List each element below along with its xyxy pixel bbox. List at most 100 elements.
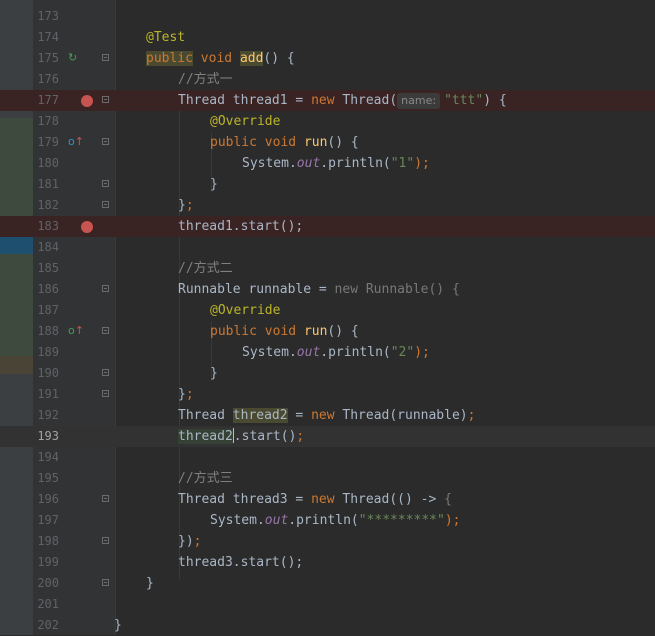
code-text: public void add() { bbox=[146, 51, 295, 66]
fold-marker-icon[interactable] bbox=[102, 537, 109, 544]
code-line-breakpoint[interactable]: 177 Thread thread1 = new Thread(name: "tt… bbox=[0, 90, 655, 111]
code-text: @Override bbox=[210, 303, 281, 318]
code-line[interactable]: 176 //方式一 bbox=[0, 69, 655, 90]
usage-highlight: thread2 bbox=[232, 408, 288, 423]
code-line[interactable]: 196 Thread thread3 = new Thread(() -> { bbox=[0, 489, 655, 510]
fold-marker-icon[interactable] bbox=[102, 579, 109, 586]
line-number: 190 bbox=[37, 366, 59, 380]
line-number: 186 bbox=[37, 282, 59, 296]
code-line[interactable]: 175 ↻ public void add() { bbox=[0, 48, 655, 69]
code-line-breakpoint[interactable]: 183 thread1.start(); bbox=[0, 216, 655, 237]
code-line[interactable]: 180 System.out.println("1"); bbox=[0, 153, 655, 174]
code-line[interactable]: 173 bbox=[0, 6, 655, 27]
code-line[interactable]: 184 bbox=[0, 237, 655, 258]
line-number: 195 bbox=[37, 471, 59, 485]
code-line-current[interactable]: 193 thread2.start(); bbox=[0, 426, 655, 447]
comment: //方式二 bbox=[178, 261, 233, 276]
code-text: //方式三 bbox=[178, 468, 233, 489]
code-text: System.out.println("1"); bbox=[242, 156, 430, 171]
code-line[interactable]: 178 @Override bbox=[0, 111, 655, 132]
line-number: 200 bbox=[37, 576, 59, 590]
override-method-icon[interactable]: o↑ bbox=[68, 135, 84, 149]
code-line[interactable]: 195 //方式三 bbox=[0, 468, 655, 489]
code-line[interactable]: 198 }); bbox=[0, 531, 655, 552]
code-text: }; bbox=[178, 387, 194, 402]
code-line[interactable]: 200 } bbox=[0, 573, 655, 594]
code-text: }); bbox=[178, 534, 202, 549]
code-line[interactable]: 194 bbox=[0, 447, 655, 468]
code-text: thread3.start(); bbox=[178, 555, 304, 570]
line-number: 189 bbox=[37, 345, 59, 359]
code-line[interactable]: 201 bbox=[0, 594, 655, 615]
fold-marker-icon[interactable] bbox=[102, 390, 109, 397]
code-line[interactable]: 189 System.out.println("2"); bbox=[0, 342, 655, 363]
code-line[interactable]: 191 }; bbox=[0, 384, 655, 405]
fold-marker-icon[interactable] bbox=[102, 138, 109, 145]
line-number: 179 bbox=[37, 135, 59, 149]
annotation-test: @Test bbox=[146, 30, 186, 45]
code-text: //方式二 bbox=[178, 258, 233, 279]
code-text: public void run() { bbox=[210, 324, 359, 339]
code-text: } bbox=[114, 618, 122, 633]
line-number: 178 bbox=[37, 114, 59, 128]
fold-marker-icon[interactable] bbox=[102, 285, 109, 292]
line-number: 175 bbox=[37, 51, 59, 65]
code-text: System.out.println("2"); bbox=[242, 345, 430, 360]
line-number: 193 bbox=[37, 429, 59, 443]
code-text: thread2.start(); bbox=[178, 428, 305, 444]
code-line[interactable]: 186 Runnable runnable = new Runnable() { bbox=[0, 279, 655, 300]
line-number: 181 bbox=[37, 177, 59, 191]
code-text: Thread thread3 = new Thread(() -> { bbox=[178, 492, 452, 507]
code-text: System.out.println("*********"); bbox=[210, 513, 461, 528]
code-text: }; bbox=[178, 198, 194, 213]
fold-marker-icon[interactable] bbox=[102, 96, 109, 103]
fold-marker-icon[interactable] bbox=[102, 54, 109, 61]
line-number: 202 bbox=[37, 618, 59, 632]
line-number: 176 bbox=[37, 72, 59, 86]
fold-marker-icon[interactable] bbox=[102, 327, 109, 334]
code-text: //方式一 bbox=[178, 69, 233, 90]
code-line[interactable]: 179 o↑ public void run() { bbox=[0, 132, 655, 153]
code-line[interactable]: 187 @Override bbox=[0, 300, 655, 321]
code-line[interactable]: 188 o↑ public void run() { bbox=[0, 321, 655, 342]
run-test-icon[interactable]: ↻ bbox=[68, 51, 77, 65]
line-number: 183 bbox=[37, 219, 59, 233]
comment: //方式一 bbox=[178, 72, 233, 87]
line-number: 184 bbox=[37, 240, 59, 254]
line-number: 194 bbox=[37, 450, 59, 464]
code-editor[interactable]: 173 174 @Test 175 ↻ public void add() { … bbox=[0, 0, 655, 635]
line-number: 182 bbox=[37, 198, 59, 212]
code-line[interactable]: 197 System.out.println("*********"); bbox=[0, 510, 655, 531]
code-text: public void run() { bbox=[210, 135, 359, 150]
fold-marker-icon[interactable] bbox=[102, 201, 109, 208]
code-text: Thread thread1 = new Thread(name: "ttt") … bbox=[178, 93, 507, 109]
code-line[interactable]: 174 @Test bbox=[0, 27, 655, 48]
implement-method-icon[interactable]: o↑ bbox=[68, 324, 84, 338]
code-line[interactable]: 202 } bbox=[0, 615, 655, 636]
code-line[interactable]: 199 thread3.start(); bbox=[0, 552, 655, 573]
fold-marker-icon[interactable] bbox=[102, 180, 109, 187]
breakpoint-icon[interactable] bbox=[81, 95, 93, 107]
line-number: 180 bbox=[37, 156, 59, 170]
line-number: 197 bbox=[37, 513, 59, 527]
line-number: 198 bbox=[37, 534, 59, 548]
code-text: } bbox=[210, 366, 218, 381]
line-number: 185 bbox=[37, 261, 59, 275]
code-text: } bbox=[210, 177, 218, 192]
fold-marker-icon[interactable] bbox=[102, 369, 109, 376]
method-name-add: add bbox=[239, 51, 264, 66]
code-line[interactable]: 181 } bbox=[0, 174, 655, 195]
line-number: 177 bbox=[37, 93, 59, 107]
comment: //方式三 bbox=[178, 471, 233, 486]
line-number: 191 bbox=[37, 387, 59, 401]
breakpoint-icon[interactable] bbox=[81, 221, 93, 233]
line-number: 196 bbox=[37, 492, 59, 506]
code-line[interactable]: 182 }; bbox=[0, 195, 655, 216]
code-line[interactable]: 190 } bbox=[0, 363, 655, 384]
code-text: Thread thread2 = new Thread(runnable); bbox=[178, 408, 476, 423]
code-line[interactable]: 185 //方式二 bbox=[0, 258, 655, 279]
code-text: @Test bbox=[146, 27, 185, 48]
fold-marker-icon[interactable] bbox=[102, 495, 109, 502]
code-line[interactable]: 192 Thread thread2 = new Thread(runnable… bbox=[0, 405, 655, 426]
line-number: 199 bbox=[37, 555, 59, 569]
